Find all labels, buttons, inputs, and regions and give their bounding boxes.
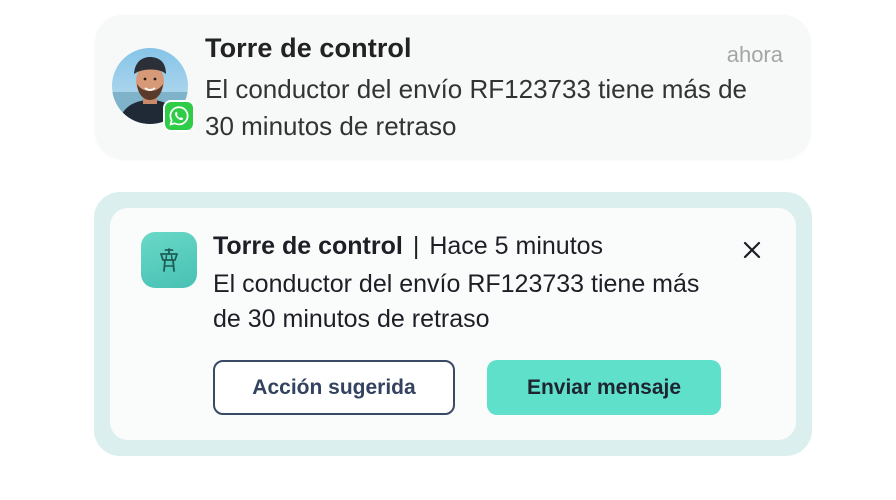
notifications-stage: Torre de control ahora El conductor del … <box>0 0 896 500</box>
whatsapp-notification[interactable]: Torre de control ahora El conductor del … <box>95 15 811 159</box>
notification-timestamp: Hace 5 minutos <box>429 232 604 260</box>
whatsapp-badge <box>163 100 195 132</box>
notification-timestamp: ahora <box>726 42 783 67</box>
tower-glyph <box>160 248 178 272</box>
app-notification-frame: Torre de control | Hace 5 minutos El condu… <box>94 192 812 456</box>
avatar-container <box>112 48 195 132</box>
whatsapp-icon <box>169 106 189 126</box>
send-message-button[interactable]: Enviar mensaje <box>487 360 721 415</box>
close-button[interactable] <box>738 236 766 264</box>
notification-header: Torre de control | Hace 5 minutos <box>213 232 603 261</box>
notification-message: El conductor del envío RF123733 tiene má… <box>213 270 700 333</box>
close-icon[interactable] <box>743 241 761 259</box>
app-notification-card[interactable]: Torre de control | Hace 5 minutos El condu… <box>110 208 796 440</box>
suggested-action-button[interactable]: Acción sugerida <box>213 360 455 415</box>
notification-message: El conductor del envío RF123733 tiene má… <box>205 74 748 141</box>
control-tower-icon <box>141 232 197 288</box>
header-separator: | <box>412 232 420 260</box>
notification-title: Torre de control <box>213 232 403 260</box>
notification-title: Torre de control <box>205 33 412 63</box>
